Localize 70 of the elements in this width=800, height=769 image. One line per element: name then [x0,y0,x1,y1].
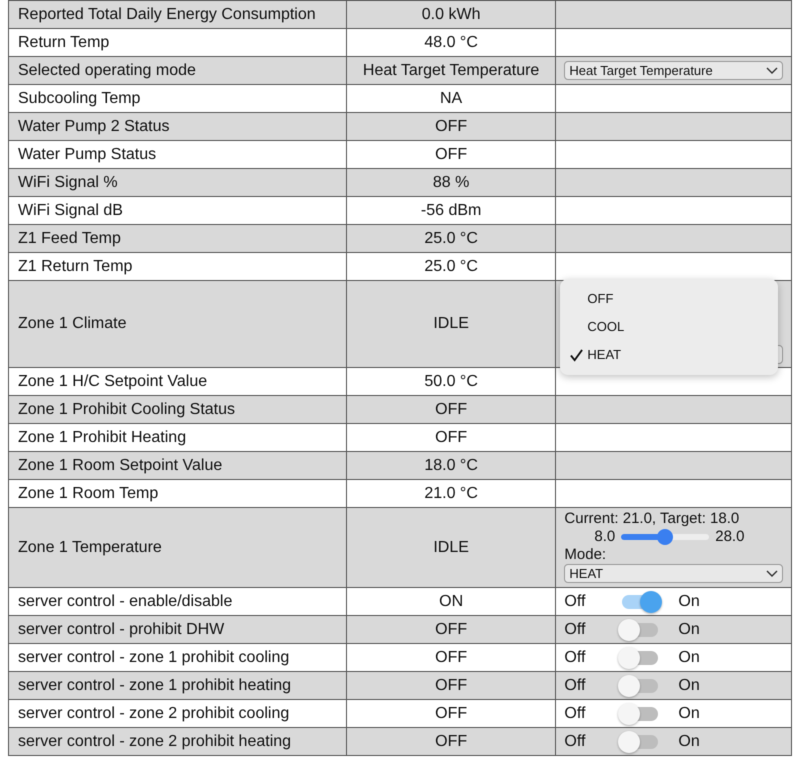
on-label: On [678,648,700,666]
on-label: On [678,704,700,722]
entity-state: -56 dBm [420,202,482,218]
thermostat-status: Current: 21.0, Target: 18.0 [564,510,740,528]
entity-state: OFF [435,400,468,418]
entity-state: 0.0 kWh [422,6,480,22]
entity-name: Zone 1 H/C Setpoint Value [18,372,208,390]
menu-item[interactable]: COOL [560,313,778,341]
off-label: Off [564,704,586,722]
entity-state: OFF [435,648,468,666]
entity-state: OFF [435,704,468,722]
off-label: Off [564,648,586,666]
entity-state: IDLE [433,538,469,556]
entity-name: Zone 1 Prohibit Cooling Status [18,400,236,418]
entity-name: server control - prohibit DHW [18,620,224,638]
off-label: Off [564,732,586,750]
entity-name: Selected operating mode [18,62,196,78]
entity-state: Heat Target Temperature [362,62,540,78]
entity-state: OFF [435,732,468,750]
on-label: On [678,620,700,638]
on-label: On [678,676,700,694]
entity-name: Zone 1 Temperature [18,538,162,556]
slider-min: 8.0 [594,528,616,546]
entity-state: OFF [435,118,468,134]
off-label: Off [564,592,586,610]
chevron-icon [766,570,778,578]
entity-state: 25.0 °C [424,230,478,246]
entity-name: Zone 1 Room Temp [18,484,158,502]
entity-state: OFF [435,428,468,446]
on-label: On [678,592,700,610]
entity-state: OFF [435,620,468,638]
mode-select[interactable]: Heat Target Temperature [564,61,783,80]
entity-state: 18.0 °C [424,456,478,474]
entity-state: ON [439,592,464,610]
entity-name: Zone 1 Prohibit Heating [18,428,186,446]
entity-name: Water Pump Status [18,146,156,162]
entity-name: Subcooling Temp [18,90,140,106]
entity-name: server control - zone 2 prohibit cooling [18,704,290,722]
entity-name: Zone 1 Room Setpoint Value [18,456,222,474]
slider-max: 28.0 [715,528,744,546]
off-label: Off [564,676,586,694]
entity-state: OFF [435,146,468,162]
entity-name: Z1 Feed Temp [18,230,121,246]
temperature-slider[interactable] [621,529,710,545]
entity-state: NA [440,90,462,106]
entity-state: OFF [435,676,468,694]
entity-name: WiFi Signal % [18,174,118,190]
entity-state: 21.0 °C [424,484,478,502]
entity-state: 50.0 °C [424,372,478,390]
entity-name: WiFi Signal dB [18,202,123,218]
entity-state: 25.0 °C [424,258,478,274]
entity-name: Z1 Return Temp [18,258,132,274]
entity-name: Reported Total Daily Energy Consumption [18,6,316,22]
off-label: Off [564,620,586,638]
entity-name: server control - zone 1 prohibit cooling [18,648,290,666]
menu-item[interactable]: OFF [560,285,778,313]
entity-name: Water Pump 2 Status [18,118,170,134]
mode-label: Mode: [564,546,608,564]
entity-name: server control - enable/disable [18,592,232,610]
entity-name: Zone 1 Climate [18,315,126,332]
entity-name: server control - zone 2 prohibit heating [18,732,292,750]
entity-name: Return Temp [18,34,110,50]
entity-state: IDLE [433,315,469,332]
on-label: On [678,732,700,750]
entity-name: server control - zone 1 prohibit heating [18,676,292,694]
entity-state: 88 % [432,174,470,190]
chevron-icon [766,66,778,74]
entity-state: 48.0 °C [424,34,478,50]
menu-item[interactable]: HEAT [560,341,778,369]
mode-select[interactable]: HEAT [564,564,783,583]
